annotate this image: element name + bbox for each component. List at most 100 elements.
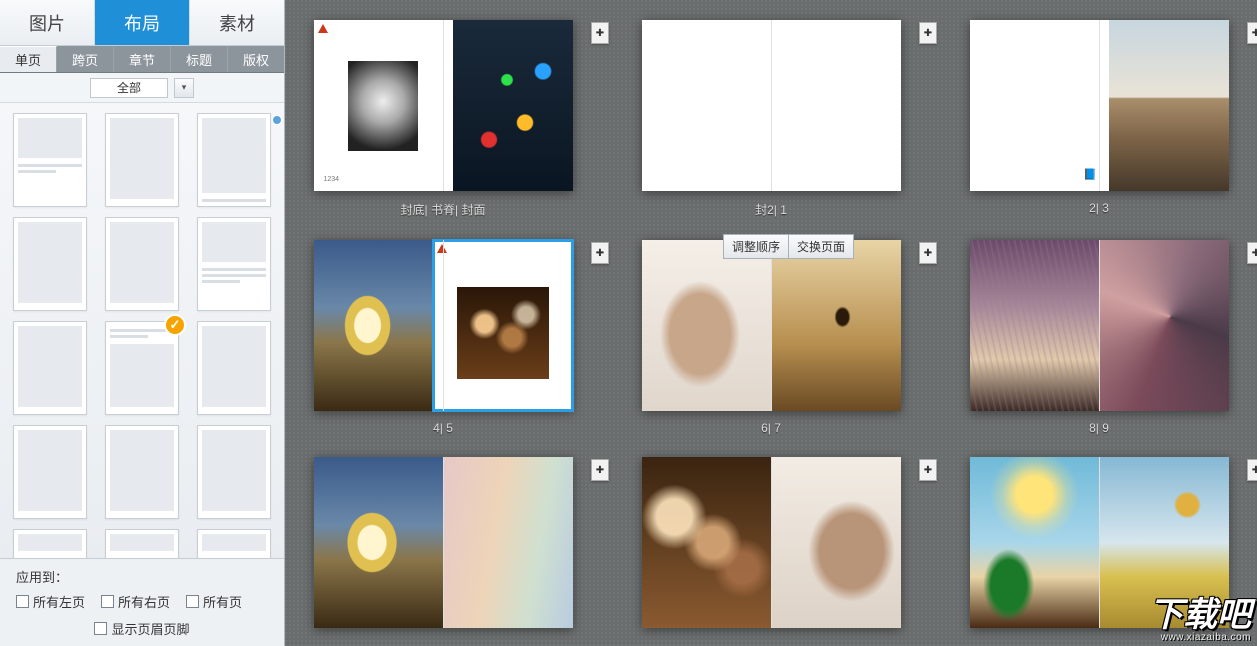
add-page-button[interactable]: ✚ bbox=[919, 242, 937, 264]
page-left[interactable]: 📘 bbox=[970, 20, 1110, 191]
filter-dropdown-button[interactable]: ▾ bbox=[174, 78, 194, 98]
thumb-image bbox=[457, 287, 549, 379]
spread-wrap: 1234 ✚ 封底| 书脊| 封面 bbox=[303, 20, 583, 218]
thumb-image bbox=[1099, 240, 1229, 411]
check-label: 所有页 bbox=[203, 592, 242, 611]
subtab-spread[interactable]: 跨页 bbox=[57, 46, 114, 72]
page-left[interactable] bbox=[314, 240, 434, 411]
spread-wrap: 📘 ✚ 2| 3 bbox=[959, 20, 1239, 218]
thumb-image bbox=[314, 457, 444, 628]
spread[interactable] bbox=[314, 457, 573, 628]
spread-grid: 1234 ✚ 封底| 书脊| 封面 ✚ 封2| 1 📘 bbox=[303, 20, 1239, 628]
template-list[interactable]: ✓ bbox=[0, 103, 284, 558]
spread-wrap: ✚ 封2| 1 bbox=[631, 20, 911, 218]
template-item[interactable] bbox=[13, 217, 87, 311]
add-page-button[interactable]: ✚ bbox=[591, 242, 609, 264]
spread[interactable] bbox=[642, 240, 901, 411]
tab-layout[interactable]: 布局 bbox=[95, 0, 190, 45]
thumb-image bbox=[443, 457, 573, 628]
spread-wrap: ✚ bbox=[303, 457, 583, 628]
page-front-cover[interactable] bbox=[453, 20, 573, 191]
spread-label: 封底| 书脊| 封面 bbox=[401, 201, 486, 218]
context-swap[interactable]: 交换页面 bbox=[789, 234, 854, 259]
template-item[interactable] bbox=[105, 425, 179, 519]
page-right-selected[interactable] bbox=[433, 240, 573, 411]
thumb-image bbox=[642, 457, 772, 628]
thumb-image bbox=[970, 457, 1100, 628]
check-icon: ✓ bbox=[164, 314, 186, 336]
spread-label: 2| 3 bbox=[1089, 201, 1109, 215]
template-item[interactable] bbox=[197, 529, 271, 558]
thumb-image bbox=[453, 20, 573, 191]
spread-selected[interactable] bbox=[314, 240, 573, 411]
page-right[interactable] bbox=[1109, 20, 1229, 191]
spread-cover[interactable]: 1234 bbox=[314, 20, 573, 191]
template-item[interactable] bbox=[105, 217, 179, 311]
check-all-pages[interactable]: 所有页 bbox=[186, 592, 242, 611]
add-page-button[interactable]: ✚ bbox=[1247, 459, 1257, 481]
add-page-button[interactable]: ✚ bbox=[919, 459, 937, 481]
check-label: 所有左页 bbox=[33, 592, 85, 611]
subtab-chapter[interactable]: 章节 bbox=[114, 46, 171, 72]
add-page-button[interactable]: ✚ bbox=[591, 22, 609, 44]
spread[interactable] bbox=[970, 457, 1229, 628]
check-all-left[interactable]: 所有左页 bbox=[16, 592, 85, 611]
template-item[interactable] bbox=[13, 529, 87, 558]
page-left[interactable] bbox=[642, 457, 772, 628]
filter-select[interactable]: 全部 bbox=[90, 78, 168, 98]
thumb-image bbox=[771, 457, 901, 628]
spread[interactable]: 📘 bbox=[970, 20, 1229, 191]
thumb-image bbox=[348, 61, 418, 151]
template-item[interactable] bbox=[13, 425, 87, 519]
subtab-single[interactable]: 单页 bbox=[0, 46, 57, 72]
template-item[interactable] bbox=[197, 425, 271, 519]
spread[interactable] bbox=[642, 457, 901, 628]
context-reorder[interactable]: 调整顺序 bbox=[723, 234, 789, 259]
page-right[interactable] bbox=[1099, 240, 1229, 411]
page-left[interactable] bbox=[970, 457, 1100, 628]
spread-label: 4| 5 bbox=[433, 421, 453, 435]
page-left[interactable] bbox=[642, 20, 772, 191]
tab-materials[interactable]: 素材 bbox=[190, 0, 284, 45]
spread[interactable] bbox=[970, 240, 1229, 411]
add-page-button[interactable]: ✚ bbox=[919, 22, 937, 44]
page-right[interactable] bbox=[771, 457, 901, 628]
add-page-button[interactable]: ✚ bbox=[591, 459, 609, 481]
template-item[interactable] bbox=[197, 321, 271, 415]
spread-label: 6| 7 bbox=[761, 421, 781, 435]
spread-wrap: ✚ bbox=[959, 457, 1239, 628]
scroll-indicator[interactable] bbox=[272, 115, 282, 125]
template-item[interactable] bbox=[13, 113, 87, 207]
page-right[interactable] bbox=[1099, 457, 1229, 628]
template-item[interactable] bbox=[13, 321, 87, 415]
page-right[interactable] bbox=[443, 457, 573, 628]
check-show-header-footer[interactable]: 显示页眉页脚 bbox=[94, 619, 189, 638]
filter-row: 全部 ▾ bbox=[0, 73, 284, 103]
check-all-right[interactable]: 所有右页 bbox=[101, 592, 170, 611]
subtab-copyright[interactable]: 版权 bbox=[228, 46, 284, 72]
page-right[interactable] bbox=[771, 20, 901, 191]
subtab-title[interactable]: 标题 bbox=[171, 46, 228, 72]
thumb-image bbox=[1109, 20, 1229, 191]
template-item[interactable]: ✓ bbox=[105, 321, 179, 415]
page-left[interactable] bbox=[642, 240, 772, 411]
add-page-button[interactable]: ✚ bbox=[1247, 22, 1257, 44]
template-item[interactable] bbox=[105, 529, 179, 558]
add-page-button[interactable]: ✚ bbox=[1247, 242, 1257, 264]
template-item[interactable] bbox=[197, 217, 271, 311]
thumb-image bbox=[314, 240, 434, 411]
template-item[interactable] bbox=[197, 113, 271, 207]
main-tabs: 图片 布局 素材 bbox=[0, 0, 284, 46]
spread[interactable] bbox=[642, 20, 901, 191]
warning-icon bbox=[318, 24, 328, 33]
page-left[interactable] bbox=[314, 457, 444, 628]
thumb-image bbox=[1099, 457, 1229, 628]
page-back-cover[interactable]: 1234 bbox=[314, 20, 454, 191]
tab-images[interactable]: 图片 bbox=[0, 0, 95, 45]
page-left[interactable] bbox=[970, 240, 1100, 411]
page-right[interactable] bbox=[771, 240, 901, 411]
template-item[interactable] bbox=[105, 113, 179, 207]
thumb-image bbox=[771, 240, 901, 411]
workspace[interactable]: 1234 ✚ 封底| 书脊| 封面 ✚ 封2| 1 📘 bbox=[285, 0, 1257, 646]
spread-wrap: ✚ 4| 5 bbox=[303, 240, 583, 435]
